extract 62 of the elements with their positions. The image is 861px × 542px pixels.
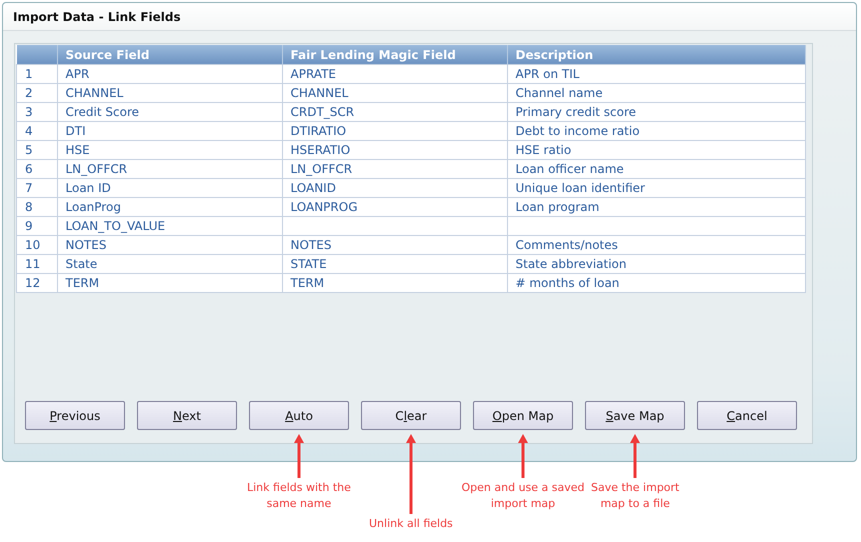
table-cell: 1 [16, 64, 57, 84]
table-cell: 3 [16, 102, 57, 122]
table-cell: STATE [282, 254, 507, 274]
column-header: Fair Lending Magic Field [282, 45, 507, 64]
dialog-button[interactable]: Previous [25, 401, 125, 430]
table-cell: DTI [57, 122, 282, 140]
dialog-button[interactable]: Save Map [585, 401, 685, 430]
table-cell: Loan program [507, 198, 806, 216]
table-cell: 10 [16, 236, 57, 254]
table-cell: 6 [16, 160, 57, 178]
table-cell: CHANNEL [282, 84, 507, 102]
header-cell [16, 45, 57, 64]
table-cell: 11 [16, 254, 57, 274]
table-cell: APR [57, 64, 282, 84]
dialog-button[interactable]: Next [137, 401, 237, 430]
dialog-button[interactable]: Open Map [473, 401, 573, 430]
table-cell: LOAN_TO_VALUE [57, 216, 282, 236]
column-header: Description [507, 45, 806, 64]
table-cell: APR on TIL [507, 64, 806, 84]
table-cell: 2 [16, 84, 57, 102]
table-cell: State abbreviation [507, 254, 806, 274]
table-cell: 4 [16, 122, 57, 140]
dialog-button[interactable]: Cancel [697, 401, 797, 430]
table-cell: LOANID [282, 178, 507, 198]
annotation-text: Link fields with the same name [247, 480, 351, 512]
table-cell: Primary credit score [507, 102, 806, 122]
table-cell: Loan officer name [507, 160, 806, 178]
window-title: Import Data - Link Fields [13, 10, 181, 24]
table-cell: 8 [16, 198, 57, 216]
table-cell: 5 [16, 140, 57, 160]
table-cell: NOTES [57, 236, 282, 254]
dialog-button[interactable]: Clear [361, 401, 461, 430]
table-cell: State [57, 254, 282, 274]
table-cell: Channel name [507, 84, 806, 102]
table-cell: Debt to income ratio [507, 122, 806, 140]
table-cell: DTIRATIO [282, 122, 507, 140]
table-cell: Comments/notes [507, 236, 806, 254]
annotation-text: Open and use a saved import map [462, 480, 585, 512]
table-cell: CHANNEL [57, 84, 282, 102]
table-cell: TERM [282, 274, 507, 292]
dialog-button[interactable]: Auto [249, 401, 349, 430]
table-cell: APRATE [282, 64, 507, 84]
table-cell: NOTES [282, 236, 507, 254]
table-cell: HSE ratio [507, 140, 806, 160]
table-cell: 7 [16, 178, 57, 198]
table-cell: Credit Score [57, 102, 282, 122]
table-cell: LoanProg [57, 198, 282, 216]
table-cell: 9 [16, 216, 57, 236]
table-cell: Loan ID [57, 178, 282, 198]
annotation-text: Unlink all fields [369, 516, 453, 532]
table-cell: LN_OFFCR [57, 160, 282, 178]
table-cell: LN_OFFCR [282, 160, 507, 178]
table-cell: 12 [16, 274, 57, 292]
table-cell: TERM [57, 274, 282, 292]
table-cell: CRDT_SCR [282, 102, 507, 122]
table-cell: HSE [57, 140, 282, 160]
table-cell: Unique loan identifier [507, 178, 806, 198]
annotation-text: Save the import map to a file [591, 480, 680, 512]
column-header: Source Field [57, 45, 282, 64]
table-cell: # months of loan [507, 274, 806, 292]
table-cell: LOANPROG [282, 198, 507, 216]
table-cell: HSERATIO [282, 140, 507, 160]
